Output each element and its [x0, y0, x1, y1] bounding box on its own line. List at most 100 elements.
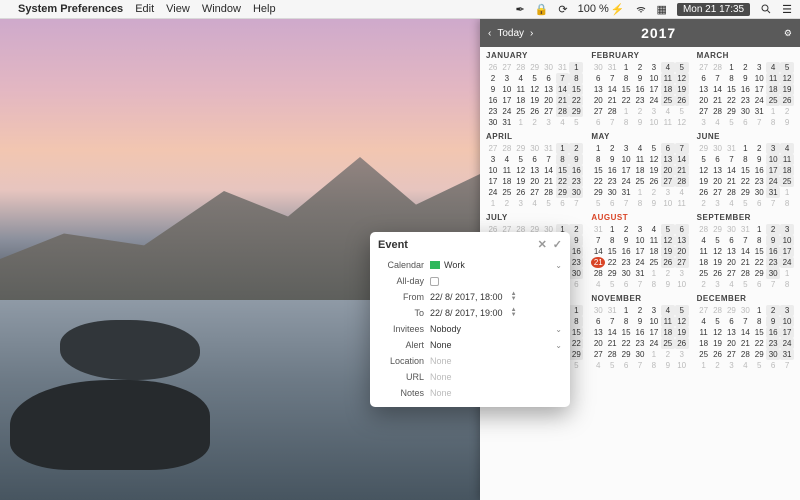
day-cell[interactable]: 16 — [766, 327, 780, 338]
day-cell[interactable]: 6 — [766, 360, 780, 371]
day-cell[interactable]: 13 — [542, 84, 556, 95]
day-cell[interactable]: 1 — [697, 360, 711, 371]
day-cell[interactable]: 18 — [697, 257, 711, 268]
day-cell[interactable]: 23 — [569, 176, 583, 187]
day-cell[interactable]: 25 — [661, 338, 675, 349]
day-cell[interactable]: 11 — [697, 327, 711, 338]
gear-icon[interactable]: ⚙ — [784, 28, 792, 39]
day-cell[interactable]: 16 — [738, 84, 752, 95]
day-cell[interactable]: 7 — [738, 235, 752, 246]
day-cell[interactable]: 27 — [500, 62, 514, 73]
day-cell[interactable]: 28 — [605, 106, 619, 117]
day-cell[interactable]: 19 — [711, 338, 725, 349]
day-cell[interactable]: 3 — [675, 268, 689, 279]
day-cell[interactable]: 20 — [711, 176, 725, 187]
day-cell[interactable]: 30 — [619, 268, 633, 279]
day-cell[interactable]: 10 — [780, 316, 794, 327]
day-cell[interactable]: 7 — [633, 360, 647, 371]
day-cell[interactable]: 3 — [766, 143, 780, 154]
day-cell[interactable]: 8 — [647, 360, 661, 371]
day-cell[interactable]: 14 — [556, 84, 570, 95]
day-cell[interactable]: 18 — [766, 84, 780, 95]
day-cell[interactable]: 16 — [619, 246, 633, 257]
day-cell[interactable]: 21 — [591, 257, 605, 268]
day-cell[interactable]: 29 — [752, 349, 766, 360]
day-cell[interactable]: 13 — [591, 327, 605, 338]
day-cell[interactable]: 9 — [486, 84, 500, 95]
day-cell[interactable]: 6 — [661, 143, 675, 154]
day-cell[interactable]: 28 — [711, 305, 725, 316]
day-cell[interactable]: 23 — [605, 176, 619, 187]
day-cell[interactable]: 1 — [605, 224, 619, 235]
day-cell[interactable]: 15 — [591, 165, 605, 176]
day-cell[interactable]: 5 — [605, 360, 619, 371]
day-cell[interactable]: 25 — [514, 106, 528, 117]
day-cell[interactable]: 26 — [647, 176, 661, 187]
menu-edit[interactable]: Edit — [135, 3, 154, 15]
day-cell[interactable]: 11 — [661, 316, 675, 327]
day-cell[interactable]: 19 — [697, 176, 711, 187]
day-cell[interactable]: 7 — [724, 154, 738, 165]
day-cell[interactable]: 11 — [514, 84, 528, 95]
day-cell[interactable]: 19 — [528, 95, 542, 106]
day-cell[interactable]: 30 — [542, 62, 556, 73]
day-cell[interactable]: 28 — [724, 187, 738, 198]
day-cell[interactable]: 5 — [724, 117, 738, 128]
day-cell[interactable]: 30 — [752, 187, 766, 198]
day-cell[interactable]: 9 — [661, 279, 675, 290]
day-cell[interactable]: 24 — [619, 176, 633, 187]
prev-button[interactable]: ‹ — [488, 28, 491, 39]
day-cell[interactable]: 20 — [724, 338, 738, 349]
day-cell[interactable]: 26 — [661, 257, 675, 268]
day-cell[interactable]: 29 — [591, 187, 605, 198]
day-cell[interactable]: 31 — [766, 187, 780, 198]
day-cell[interactable]: 7 — [752, 117, 766, 128]
day-cell[interactable]: 2 — [633, 305, 647, 316]
status-battery[interactable]: 100 % ⚡ — [578, 3, 625, 16]
day-cell[interactable]: 31 — [619, 187, 633, 198]
day-cell[interactable]: 26 — [780, 95, 794, 106]
day-cell[interactable]: 3 — [661, 187, 675, 198]
day-cell[interactable]: 28 — [711, 62, 725, 73]
day-cell[interactable]: 27 — [724, 349, 738, 360]
day-cell[interactable]: 9 — [569, 235, 583, 246]
day-cell[interactable]: 15 — [752, 246, 766, 257]
day-cell[interactable]: 28 — [591, 268, 605, 279]
day-cell[interactable]: 17 — [647, 327, 661, 338]
day-cell[interactable]: 24 — [766, 176, 780, 187]
day-cell[interactable]: 5 — [514, 154, 528, 165]
day-cell[interactable]: 20 — [591, 95, 605, 106]
day-cell[interactable]: 4 — [514, 73, 528, 84]
day-cell[interactable]: 14 — [605, 327, 619, 338]
alert-field[interactable]: None⌄ — [430, 340, 562, 350]
day-cell[interactable]: 3 — [780, 224, 794, 235]
day-cell[interactable]: 18 — [500, 176, 514, 187]
day-cell[interactable]: 5 — [711, 235, 725, 246]
day-cell[interactable]: 16 — [766, 246, 780, 257]
day-cell[interactable]: 1 — [619, 62, 633, 73]
day-cell[interactable]: 5 — [542, 198, 556, 209]
day-cell[interactable]: 24 — [500, 106, 514, 117]
day-cell[interactable]: 6 — [591, 117, 605, 128]
day-cell[interactable]: 9 — [633, 316, 647, 327]
day-cell[interactable]: 11 — [661, 73, 675, 84]
day-cell[interactable]: 25 — [697, 268, 711, 279]
day-cell[interactable]: 14 — [724, 165, 738, 176]
day-cell[interactable]: 7 — [605, 117, 619, 128]
day-cell[interactable]: 5 — [675, 305, 689, 316]
day-cell[interactable]: 21 — [711, 95, 725, 106]
day-cell[interactable]: 12 — [711, 246, 725, 257]
day-cell[interactable]: 2 — [528, 117, 542, 128]
day-cell[interactable]: 17 — [619, 165, 633, 176]
day-cell[interactable]: 5 — [752, 360, 766, 371]
day-cell[interactable]: 21 — [675, 165, 689, 176]
day-cell[interactable]: 4 — [724, 279, 738, 290]
day-cell[interactable]: 26 — [528, 106, 542, 117]
day-cell[interactable]: 28 — [675, 176, 689, 187]
day-cell[interactable]: 2 — [486, 73, 500, 84]
day-cell[interactable]: 4 — [591, 360, 605, 371]
day-cell[interactable]: 11 — [766, 73, 780, 84]
day-cell[interactable]: 6 — [556, 198, 570, 209]
day-cell[interactable]: 8 — [569, 316, 583, 327]
status-pen-icon[interactable]: ✒ — [516, 3, 525, 16]
